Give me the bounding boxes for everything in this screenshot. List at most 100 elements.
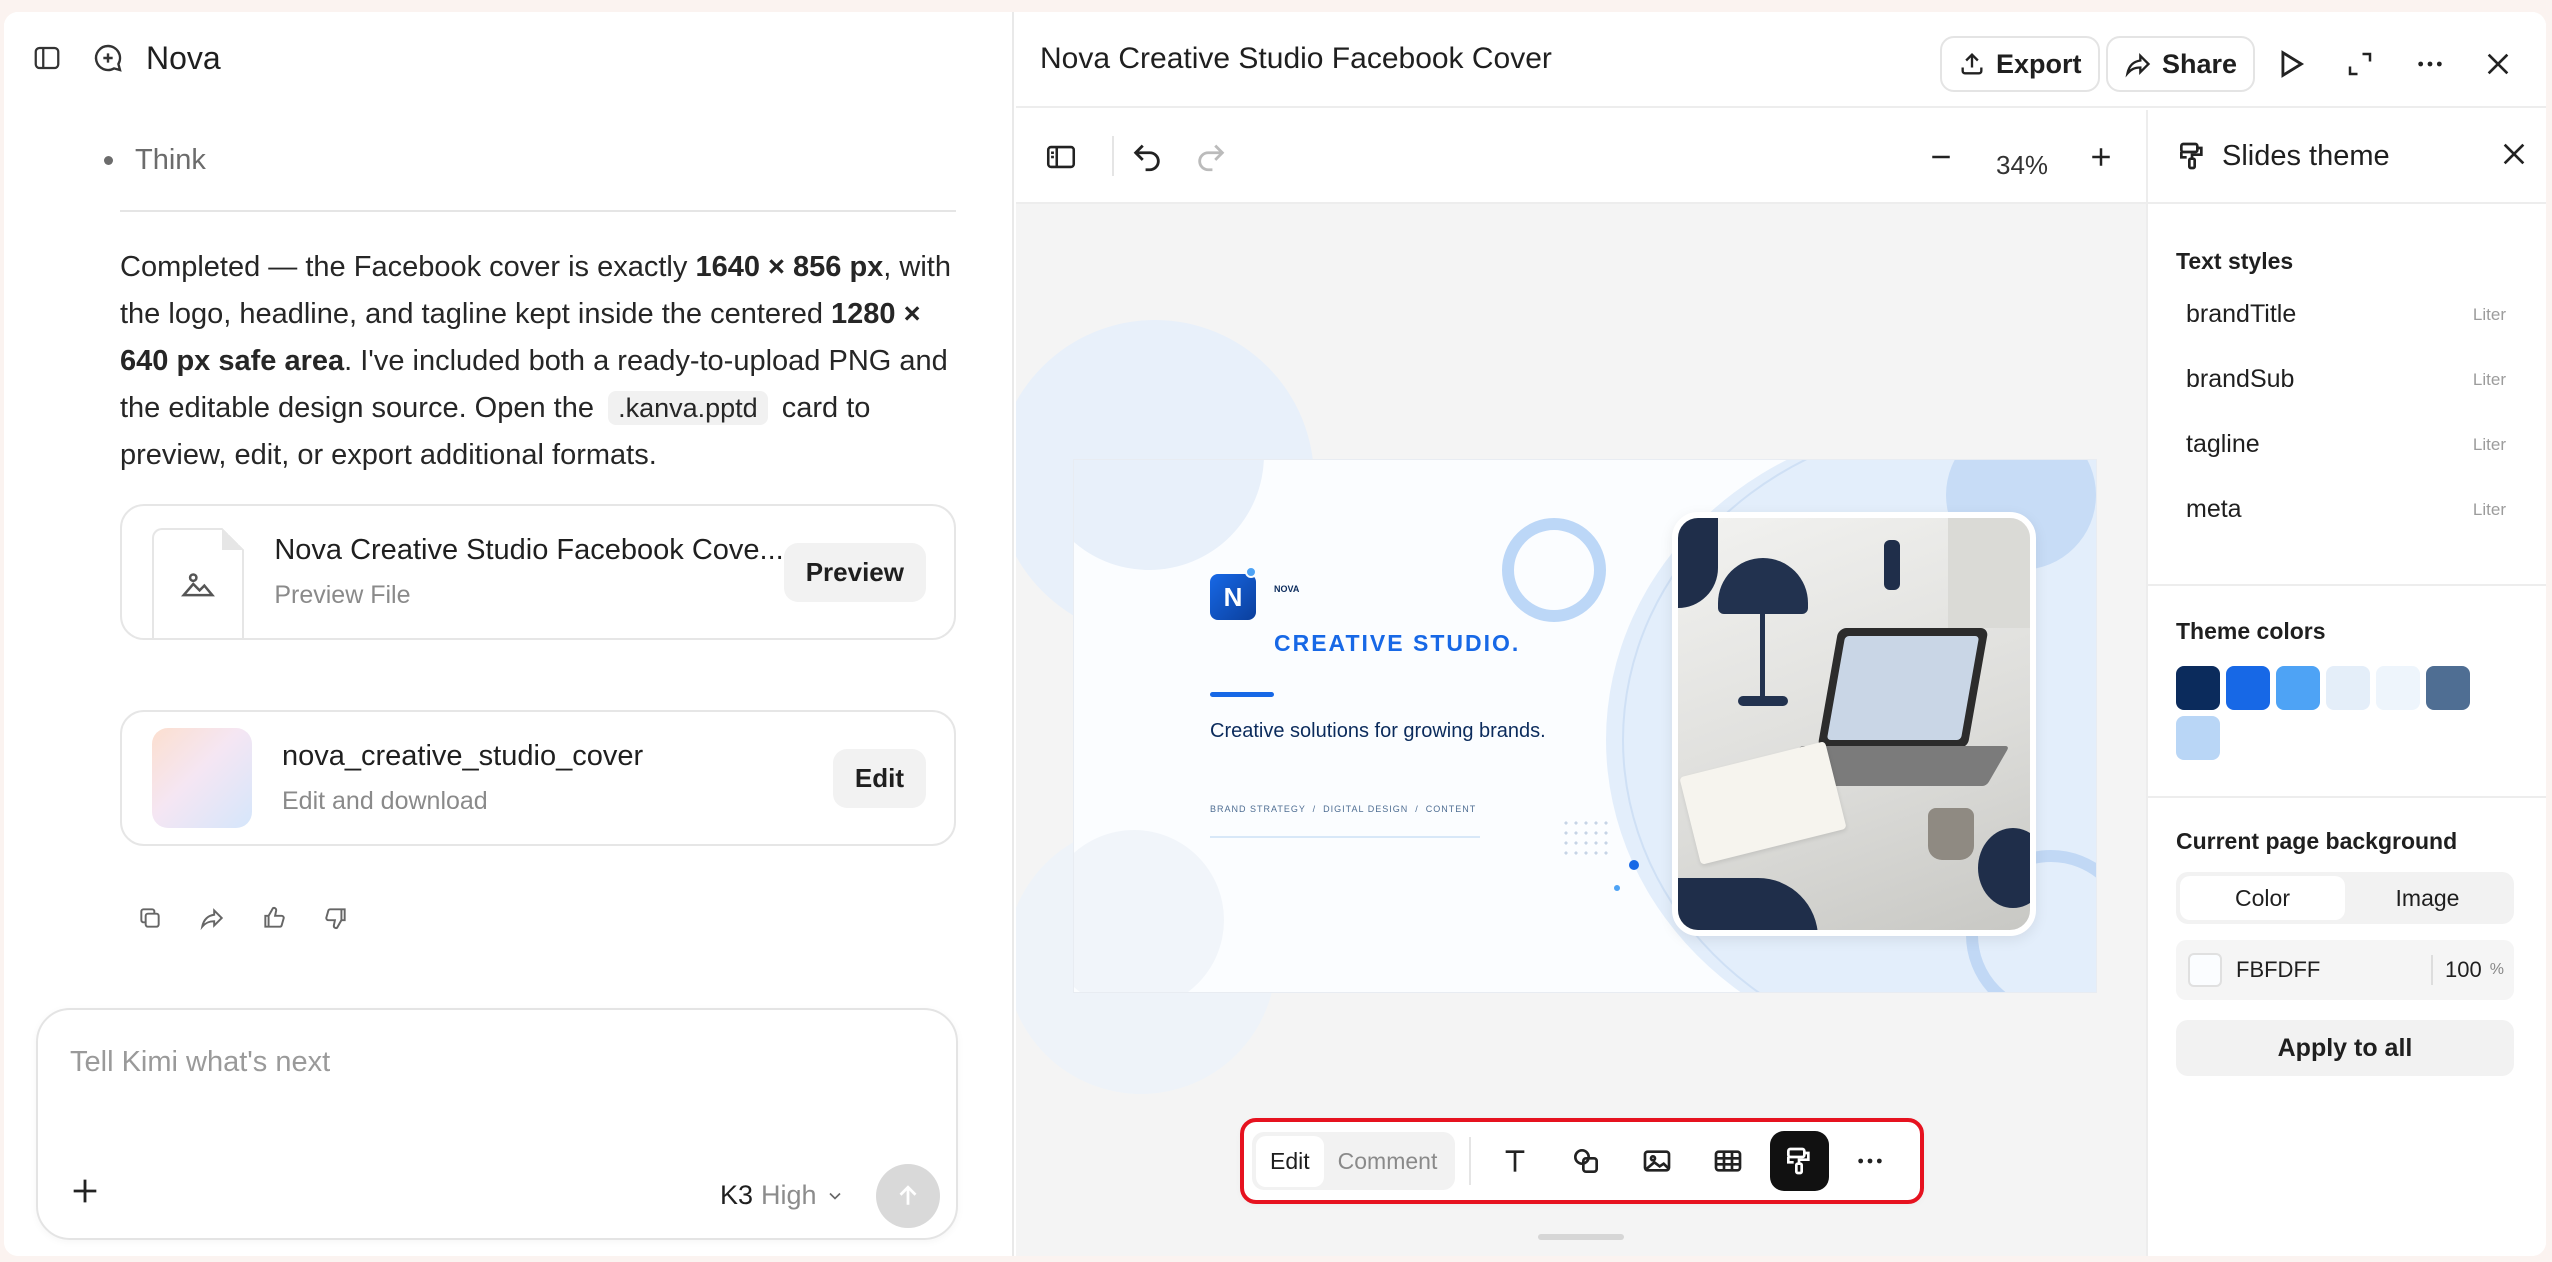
- theme-color-swatch[interactable]: [2376, 666, 2420, 710]
- undo-icon[interactable]: [1130, 140, 1164, 174]
- chat-panel: Nova Think Completed — the Facebook cove…: [4, 12, 1014, 1256]
- section-divider: [2148, 584, 2546, 586]
- chat-title: Nova: [146, 39, 221, 76]
- toolbar-divider: [1112, 136, 1114, 176]
- background-color-input[interactable]: FBFDFF 100 %: [2176, 940, 2514, 1000]
- text-style-name: meta: [2186, 495, 2242, 523]
- copy-icon[interactable]: [134, 902, 166, 934]
- slide-meta-line: [1210, 836, 1480, 838]
- bg-hex-value[interactable]: FBFDFF: [2236, 957, 2431, 983]
- photo-window: [1948, 518, 2030, 628]
- background-type-toggle: Color Image: [2176, 872, 2514, 924]
- chevron-down-icon: [825, 1186, 845, 1206]
- photo-notebook: [1679, 741, 1847, 865]
- message-actions: [134, 902, 352, 934]
- redo-icon[interactable]: [1194, 140, 1228, 174]
- chat-header: Nova: [32, 38, 221, 78]
- bg-opacity-value[interactable]: 100: [2445, 957, 2482, 983]
- text-tool-button[interactable]: [1485, 1131, 1544, 1191]
- bg-image-tab[interactable]: Image: [2345, 876, 2510, 920]
- table-tool-button[interactable]: [1699, 1131, 1758, 1191]
- zoom-out-icon[interactable]: [1926, 142, 1956, 172]
- theme-color-swatch[interactable]: [2326, 666, 2370, 710]
- slide-deco-circle: [1074, 460, 1264, 570]
- toolbar-divider: [1469, 1137, 1472, 1185]
- theme-header: Slides theme: [2148, 110, 2546, 204]
- zoom-in-icon[interactable]: [2086, 142, 2116, 172]
- theme-tool-button[interactable]: [1769, 1131, 1829, 1191]
- slides-panel-icon[interactable]: [1044, 140, 1078, 174]
- play-icon[interactable]: [2270, 44, 2310, 84]
- photo-vase: [1884, 540, 1900, 590]
- theme-color-swatch[interactable]: [2226, 666, 2270, 710]
- close-icon[interactable]: [2498, 138, 2530, 170]
- slide-photo: [1672, 512, 2036, 936]
- send-button[interactable]: [876, 1164, 940, 1228]
- shape-tool-button[interactable]: [1556, 1131, 1615, 1191]
- text-styles-label: Text styles: [2176, 248, 2294, 274]
- theme-color-swatch[interactable]: [2426, 666, 2470, 710]
- share-button[interactable]: Share: [2106, 36, 2256, 92]
- background-label: Current page background: [2176, 828, 2458, 854]
- text-style-row[interactable]: brandSub Liter: [2186, 365, 2506, 394]
- more-tools-button[interactable]: [1841, 1131, 1900, 1191]
- inline-code: .kanva.pptd: [608, 391, 768, 425]
- close-icon[interactable]: [2478, 44, 2518, 84]
- new-chat-icon[interactable]: [92, 42, 124, 74]
- plus-icon[interactable]: [68, 1174, 102, 1208]
- zoom-level[interactable]: 34%: [1996, 150, 2048, 181]
- text-style-row[interactable]: tagline Liter: [2186, 430, 2506, 459]
- think-bullet[interactable]: Think: [130, 144, 206, 177]
- photo-lamp-base: [1738, 696, 1788, 706]
- apply-to-all-button[interactable]: Apply to all: [2176, 1020, 2514, 1076]
- edit-mode-tab[interactable]: Edit: [1256, 1135, 1324, 1187]
- color-chip[interactable]: [2188, 953, 2222, 987]
- edit-button[interactable]: Edit: [832, 748, 926, 808]
- text-style-row[interactable]: brandTitle Liter: [2186, 300, 2506, 329]
- share-icon[interactable]: [196, 902, 228, 934]
- photo-mug: [1928, 808, 1974, 860]
- comment-mode-tab[interactable]: Comment: [1324, 1136, 1452, 1187]
- slide-canvas[interactable]: N NOVA CREATIVE STUDIO. Creative solutio…: [1016, 204, 2146, 1256]
- model-name: K3: [720, 1180, 754, 1210]
- preview-button[interactable]: Preview: [783, 542, 926, 602]
- composer-input[interactable]: Tell Kimi what's next: [70, 1046, 330, 1079]
- input-divider: [2431, 955, 2434, 985]
- theme-color-swatch[interactable]: [2176, 716, 2220, 760]
- share-arrow-icon: [2124, 50, 2152, 78]
- slide-tagline: Creative solutions for growing brands.: [1210, 720, 1546, 742]
- composer[interactable]: Tell Kimi what's next K3 High: [36, 1008, 958, 1240]
- text-style-font: Liter: [2472, 369, 2506, 389]
- theme-color-swatch[interactable]: [2276, 666, 2320, 710]
- slide-deco-ring: [1502, 518, 1606, 622]
- photo-lamp-stem: [1760, 612, 1765, 702]
- model-selector[interactable]: K3 High: [720, 1180, 845, 1211]
- model-mode: High: [761, 1180, 817, 1210]
- assistant-message: Completed — the Facebook cover is exactl…: [120, 244, 960, 479]
- slide-deco-dot: [1614, 885, 1620, 891]
- more-icon[interactable]: [2410, 44, 2450, 84]
- photo-lamp-shade: [1718, 558, 1808, 614]
- slide-meta: BRAND STRATEGY / DIGITAL DESIGN / CONTEN…: [1210, 804, 1477, 814]
- design-card[interactable]: nova_creative_studio_cover Edit and down…: [120, 710, 956, 846]
- resize-handle[interactable]: [1538, 1234, 1624, 1240]
- slide[interactable]: N NOVA CREATIVE STUDIO. Creative solutio…: [1074, 460, 2096, 992]
- export-button[interactable]: Export: [1940, 36, 2100, 92]
- sidebar-toggle-icon[interactable]: [32, 43, 62, 73]
- text-style-name: brandSub: [2186, 365, 2295, 393]
- divider: [120, 210, 956, 212]
- thumbs-down-icon[interactable]: [320, 902, 352, 934]
- arrow-up-icon: [893, 1181, 923, 1211]
- opacity-unit: %: [2489, 961, 2504, 978]
- thumbs-up-icon[interactable]: [258, 902, 290, 934]
- file-card-subtitle: Preview File: [274, 581, 411, 609]
- file-card[interactable]: Nova Creative Studio Facebook Cove... Pr…: [120, 504, 956, 640]
- design-card-text: nova_creative_studio_cover Edit and down…: [282, 740, 833, 816]
- text-style-row[interactable]: meta Liter: [2186, 495, 2506, 524]
- section-divider: [2148, 796, 2546, 798]
- theme-color-swatch[interactable]: [2176, 666, 2220, 710]
- bg-color-tab[interactable]: Color: [2180, 876, 2345, 920]
- logo-dot: [1245, 566, 1257, 578]
- image-tool-button[interactable]: [1628, 1131, 1687, 1191]
- expand-icon[interactable]: [2340, 44, 2380, 84]
